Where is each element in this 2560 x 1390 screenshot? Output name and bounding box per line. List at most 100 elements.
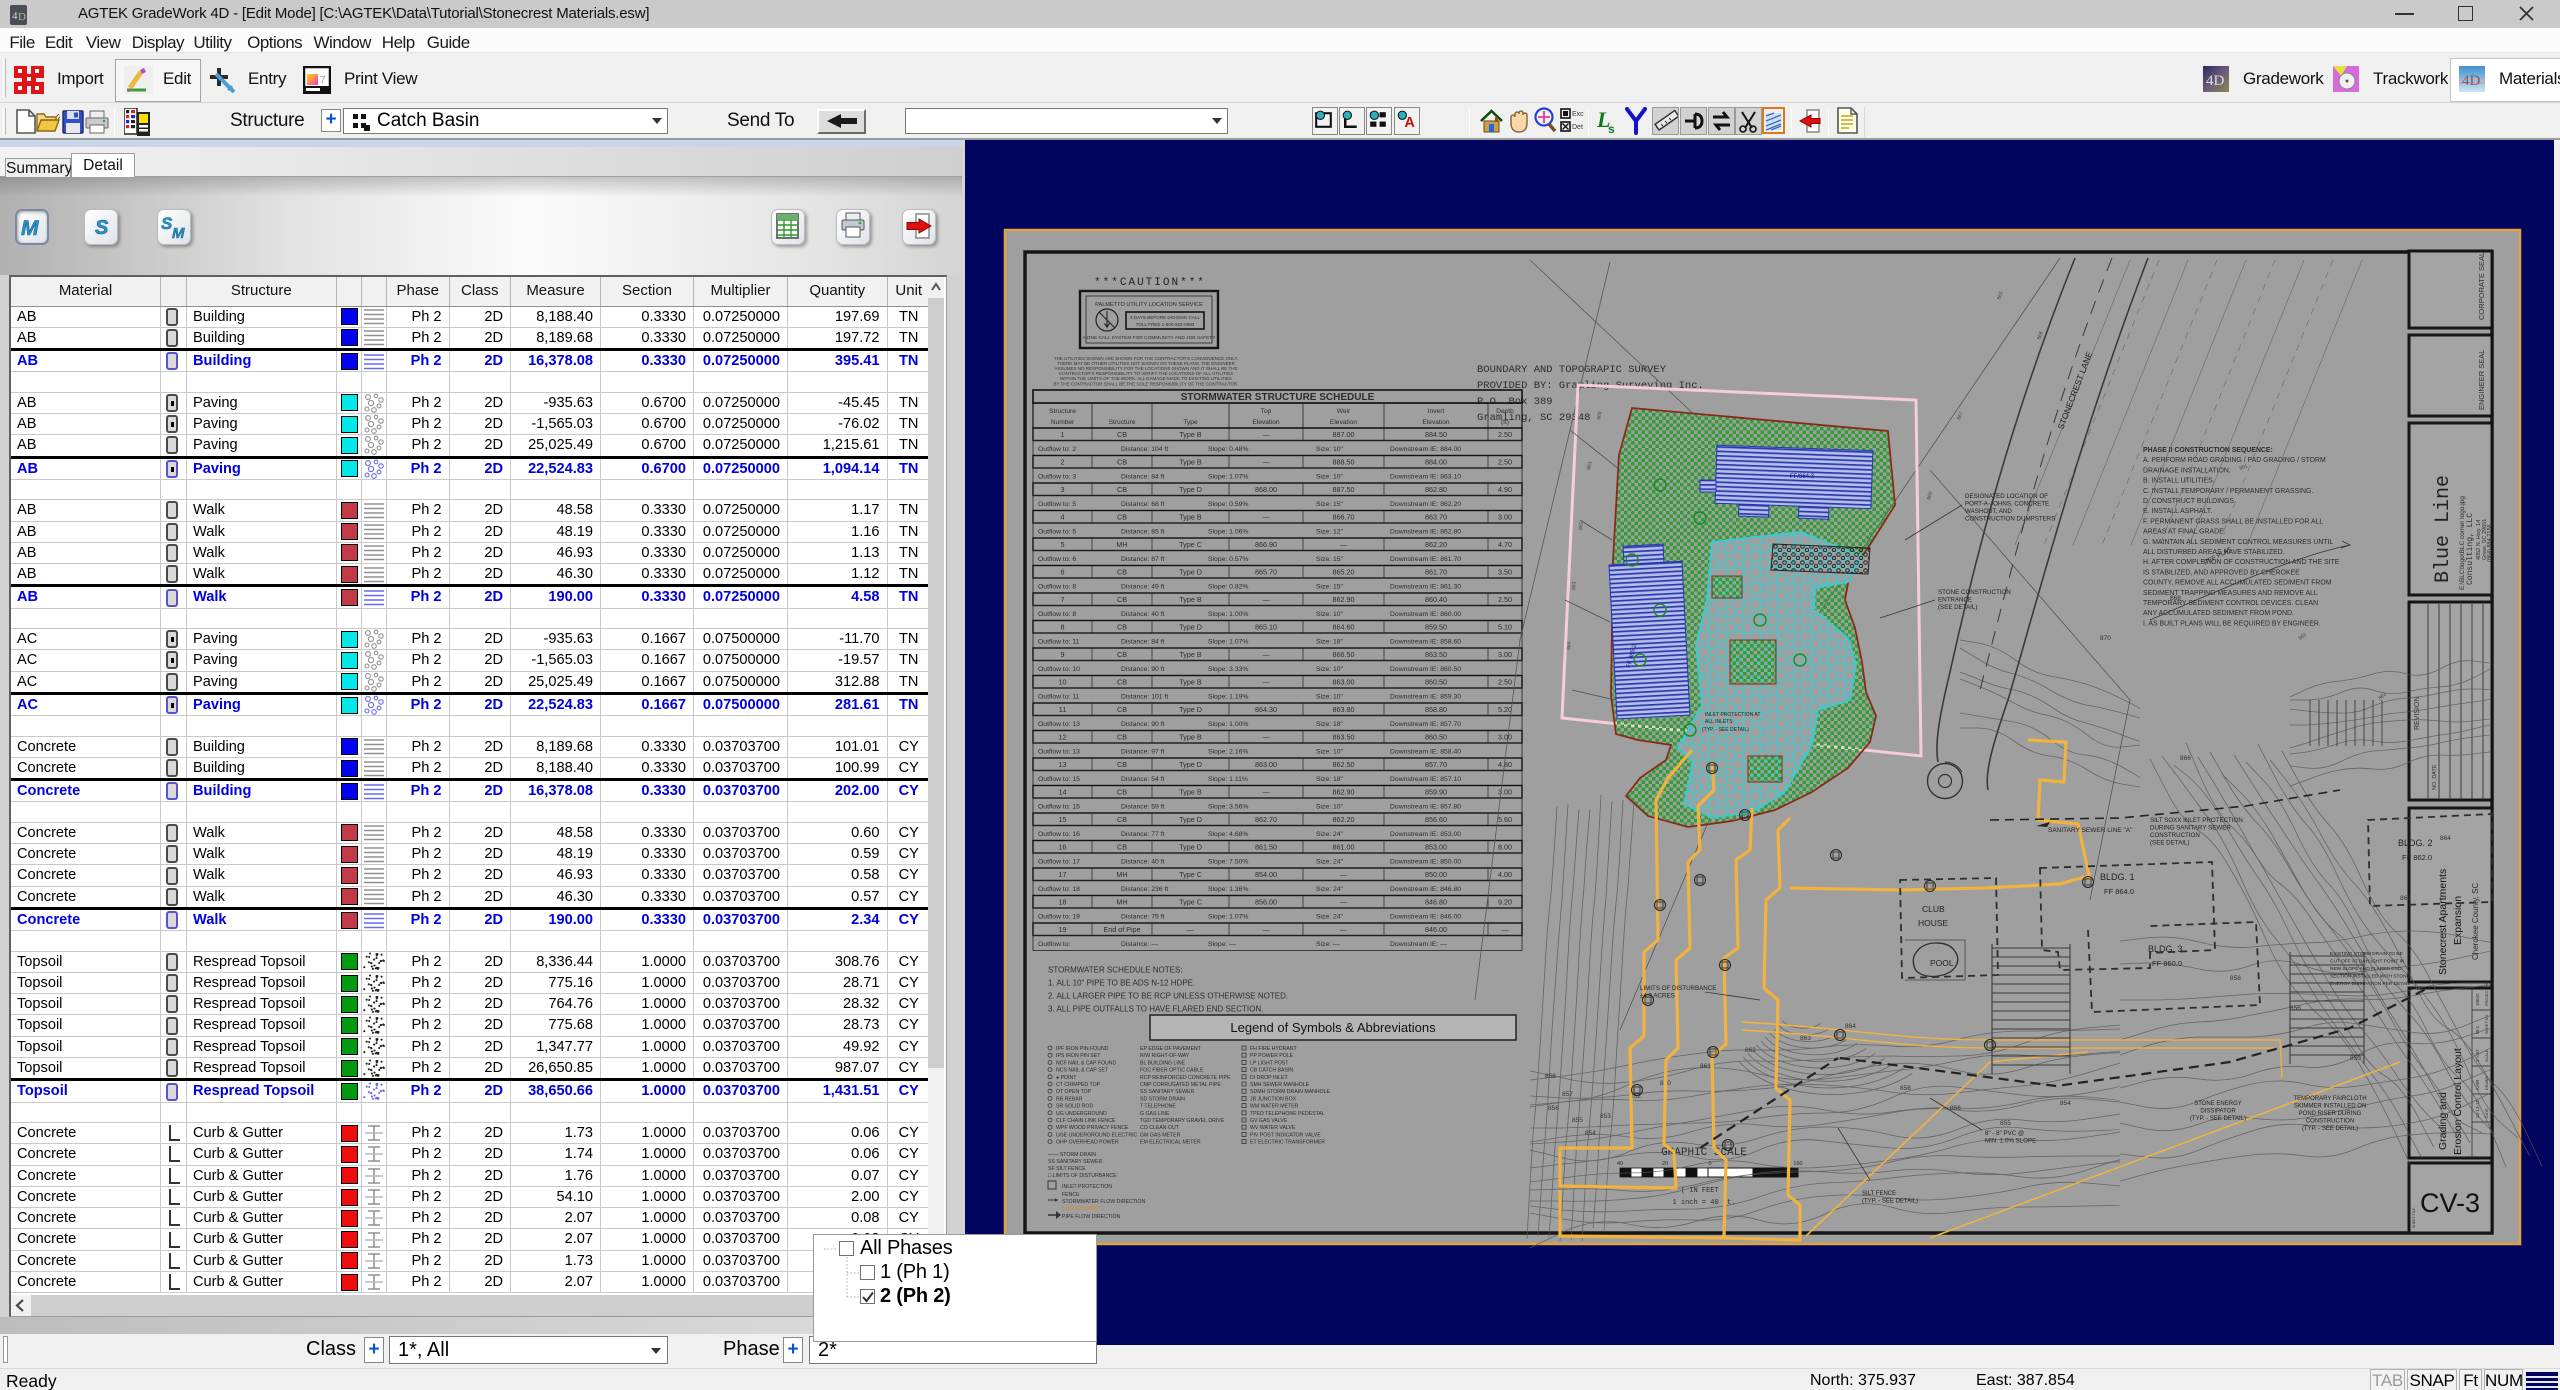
svg-text:Slope: 4.68%: Slope: 4.68% (1208, 831, 1248, 838)
svg-text:CLF CHAIN LINK FENCE: CLF CHAIN LINK FENCE (1056, 1118, 1116, 1124)
svg-text:6: 6 (1061, 568, 1065, 577)
svg-text:Downstream IE: 858.40: Downstream IE: 858.40 (1390, 749, 1461, 756)
svg-text:Size: 15": Size: 15" (1316, 584, 1344, 591)
svg-text:STONE CONSTRUCTION: STONE CONSTRUCTION (1938, 589, 2011, 596)
svg-text:G GAS LINE: G GAS LINE (1140, 1111, 1170, 1117)
svg-text:EXISTING STORM DRAIN TO BE: EXISTING STORM DRAIN TO BE (2330, 951, 2403, 957)
svg-text:ANY ACCUMULATED SEDIMENT FROM: ANY ACCUMULATED SEDIMENT FROM POND. (2143, 610, 2294, 617)
svg-text:Exc: Exc (1572, 111, 1584, 118)
svg-text:Size: 12": Size: 12" (1316, 529, 1344, 536)
svg-text:Size: 10": Size: 10" (1316, 611, 1344, 618)
svg-text:I. AS BUILT PLANS WILL BE REQU: I. AS BUILT PLANS WILL BE REQUIRED BY EN… (2143, 620, 2321, 627)
svg-text:STONE ENERGY: STONE ENERGY (2194, 1101, 2242, 1107)
svg-text:Size: 24": Size: 24" (1316, 831, 1344, 838)
svg-text:Slope: 0.82%: Slope: 0.82% (1208, 584, 1248, 591)
svg-text:Size: 15": Size: 15" (1316, 501, 1344, 508)
svg-text:3: 3 (1061, 485, 1065, 494)
svg-text:FOC FIBER OPTIC CABLE: FOC FIBER OPTIC CABLE (1140, 1068, 1204, 1074)
svg-text:IS STABILIZED, AND APPROVED BY: IS STABILIZED, AND APPROVED BY CHEROKEE (2143, 569, 2300, 576)
svg-text:MIN. 1.0% SLOPE: MIN. 1.0% SLOPE (1985, 1138, 2036, 1145)
svg-text:Type C: Type C (1179, 870, 1202, 879)
svg-text:Slope: 0.57%: Slope: 0.57% (1208, 556, 1248, 563)
svg-text:CV-3: CV-3 (2420, 1188, 2480, 1218)
svg-text:UG UNDERGROUND: UG UNDERGROUND (1056, 1111, 1107, 1117)
svg-text:Distance: 40 ft: Distance: 40 ft (1121, 611, 1165, 618)
svg-text:● POINT: ● POINT (1056, 1075, 1077, 1081)
svg-text:887.00: 887.00 (1333, 430, 1355, 439)
svg-text:863.80: 863.80 (1333, 705, 1355, 714)
svg-text:Elevation: Elevation (1252, 419, 1279, 426)
svg-text:CONSTRUCTION DUMPSTERS: CONSTRUCTION DUMPSTERS (1965, 516, 2055, 523)
svg-text:Cherokee County, SC: Cherokee County, SC (2471, 883, 2480, 960)
svg-text:TPED TELEPHONE PEDESTAL: TPED TELEPHONE PEDESTAL (1250, 1111, 1325, 1117)
svg-text:Slope: —: Slope: — (1208, 941, 1236, 948)
svg-text:887.50: 887.50 (1333, 485, 1355, 494)
svg-text:D. CONSTRUCT BUILDINGS: D. CONSTRUCT BUILDINGS (2143, 498, 2234, 505)
svg-text:857.70: 857.70 (1425, 760, 1447, 769)
svg-text:NEW SLOPE AND FLARED END: NEW SLOPE AND FLARED END (2330, 966, 2402, 972)
svg-text:Downstream IE: 884.00: Downstream IE: 884.00 (1390, 446, 1461, 453)
svg-text:CONSTRUCTION: CONSTRUCTION (2306, 1119, 2354, 1125)
svg-text:BY THE CONTRACTOR SHALL BE THE: BY THE CONTRACTOR SHALL BE THE SOLE RESP… (1053, 381, 1238, 386)
svg-text:862.80: 862.80 (1425, 485, 1447, 494)
svg-text:Size: 10": Size: 10" (1316, 694, 1344, 701)
svg-text:A. PERFORM ROAD GRADING / PAD: A. PERFORM ROAD GRADING / PAD GRADING / … (2143, 457, 2326, 464)
svg-text:G. MAINTAIN ALL SEDIMENT CONTR: G. MAINTAIN ALL SEDIMENT CONTROL MEASURE… (2143, 539, 2333, 546)
svg-text:CMP CORRUGATED METAL PIPE: CMP CORRUGATED METAL PIPE (1140, 1082, 1221, 1088)
svg-text:19: 19 (1059, 925, 1067, 934)
svg-text:—: — (1262, 458, 1270, 467)
svg-text:s: s (1608, 122, 1615, 135)
svg-text:H. AFTER COMPLETION OF CONSTRU: H. AFTER COMPLETION OF CONSTRUCTION AND … (2143, 559, 2340, 566)
svg-text:Type: Type (1183, 419, 1198, 426)
svg-text:862.90: 862.90 (1333, 788, 1355, 797)
svg-text:856.00: 856.00 (1255, 898, 1277, 907)
svg-text:SILT FENCE: SILT FENCE (1862, 1191, 1896, 1197)
svg-text:Distance: 90 ft: Distance: 90 ft (1121, 721, 1165, 728)
svg-text:AREAS AT FINAL GRADE.: AREAS AT FINAL GRADE. (2143, 529, 2226, 536)
svg-text:860.40: 860.40 (1425, 595, 1447, 604)
svg-text:Outflow to: 16: Outflow to: 16 (1038, 831, 1080, 838)
svg-text:SS SANITARY SEWER: SS SANITARY SEWER (1048, 1159, 1102, 1165)
svg-text:858.80: 858.80 (1425, 705, 1447, 714)
svg-text:(864) 884-2158: (864) 884-2158 (2487, 524, 2493, 562)
svg-text:857: 857 (1562, 1091, 1573, 1098)
svg-text:2. ALL LARGER PIPE TO BE RC: 2. ALL LARGER PIPE TO BE RCP UNLESS OTHE… (1048, 992, 1288, 1001)
svg-text:(TYP. - SEE DETAIL): (TYP. - SEE DETAIL) (2190, 1116, 2246, 1122)
svg-text:Slope: 0.59%: Slope: 0.59% (1208, 501, 1248, 508)
svg-text:8.00: 8.00 (1498, 843, 1512, 852)
svg-text:3.00: 3.00 (1498, 650, 1512, 659)
svg-text:863.00: 863.00 (1333, 678, 1355, 687)
svg-text:(ft): (ft) (1501, 419, 1509, 426)
svg-text:863.50: 863.50 (1333, 733, 1355, 742)
svg-text:Outflow to: 10: Outflow to: 10 (1038, 666, 1080, 673)
svg-text:CB: CB (1117, 650, 1127, 659)
svg-text:Slope: 3.33%: Slope: 3.33% (1208, 666, 1248, 673)
svg-text:11: 11 (1059, 705, 1066, 714)
svg-text:—: — (1262, 595, 1270, 604)
svg-text:BL BUILDING LINE: BL BUILDING LINE (1140, 1060, 1186, 1066)
svg-text:4D: 4D (2206, 73, 2225, 89)
svg-text:M: M (172, 225, 185, 242)
svg-text:853: 853 (1600, 1113, 1611, 1120)
svg-text:Elevation: Elevation (1422, 419, 1449, 426)
svg-text:5: 5 (1061, 540, 1065, 549)
svg-text:Outflow to: 6: Outflow to: 6 (1038, 556, 1076, 563)
svg-text:862: 862 (1745, 1047, 1756, 1054)
svg-text:4D: 4D (2462, 73, 2481, 89)
svg-text:3 DAYS BEFORE DIGGING CALL: 3 DAYS BEFORE DIGGING CALL (1130, 315, 1201, 320)
svg-text:Slope: 1.07%: Slope: 1.07% (1208, 914, 1248, 921)
svg-text:Distance: 68 ft: Distance: 68 ft (1121, 501, 1165, 508)
svg-text:ALL INLETS: ALL INLETS (1705, 719, 1733, 725)
svg-text:SS SANITARY SEWER: SS SANITARY SEWER (1140, 1089, 1194, 1095)
svg-text:CLUB: CLUB (1922, 904, 1945, 914)
svg-text:854: 854 (2060, 1100, 2071, 1107)
svg-text:Outflow to: 13: Outflow to: 13 (1038, 721, 1080, 728)
svg-text:Size: 10": Size: 10" (1316, 749, 1344, 756)
svg-text:CB: CB (1117, 760, 1127, 769)
svg-text:5.20: 5.20 (1498, 705, 1512, 714)
svg-text:5.10: 5.10 (1498, 623, 1512, 632)
svg-text:WV WATER VALVE: WV WATER VALVE (1250, 1125, 1296, 1131)
svg-text:SF SILT FENCE: SF SILT FENCE (1048, 1166, 1086, 1172)
svg-text:CORPORATE SEAL: CORPORATE SEAL (2477, 252, 2486, 320)
svg-text:R/W RIGHT-OF-WAY: R/W RIGHT-OF-WAY (1140, 1053, 1190, 1059)
